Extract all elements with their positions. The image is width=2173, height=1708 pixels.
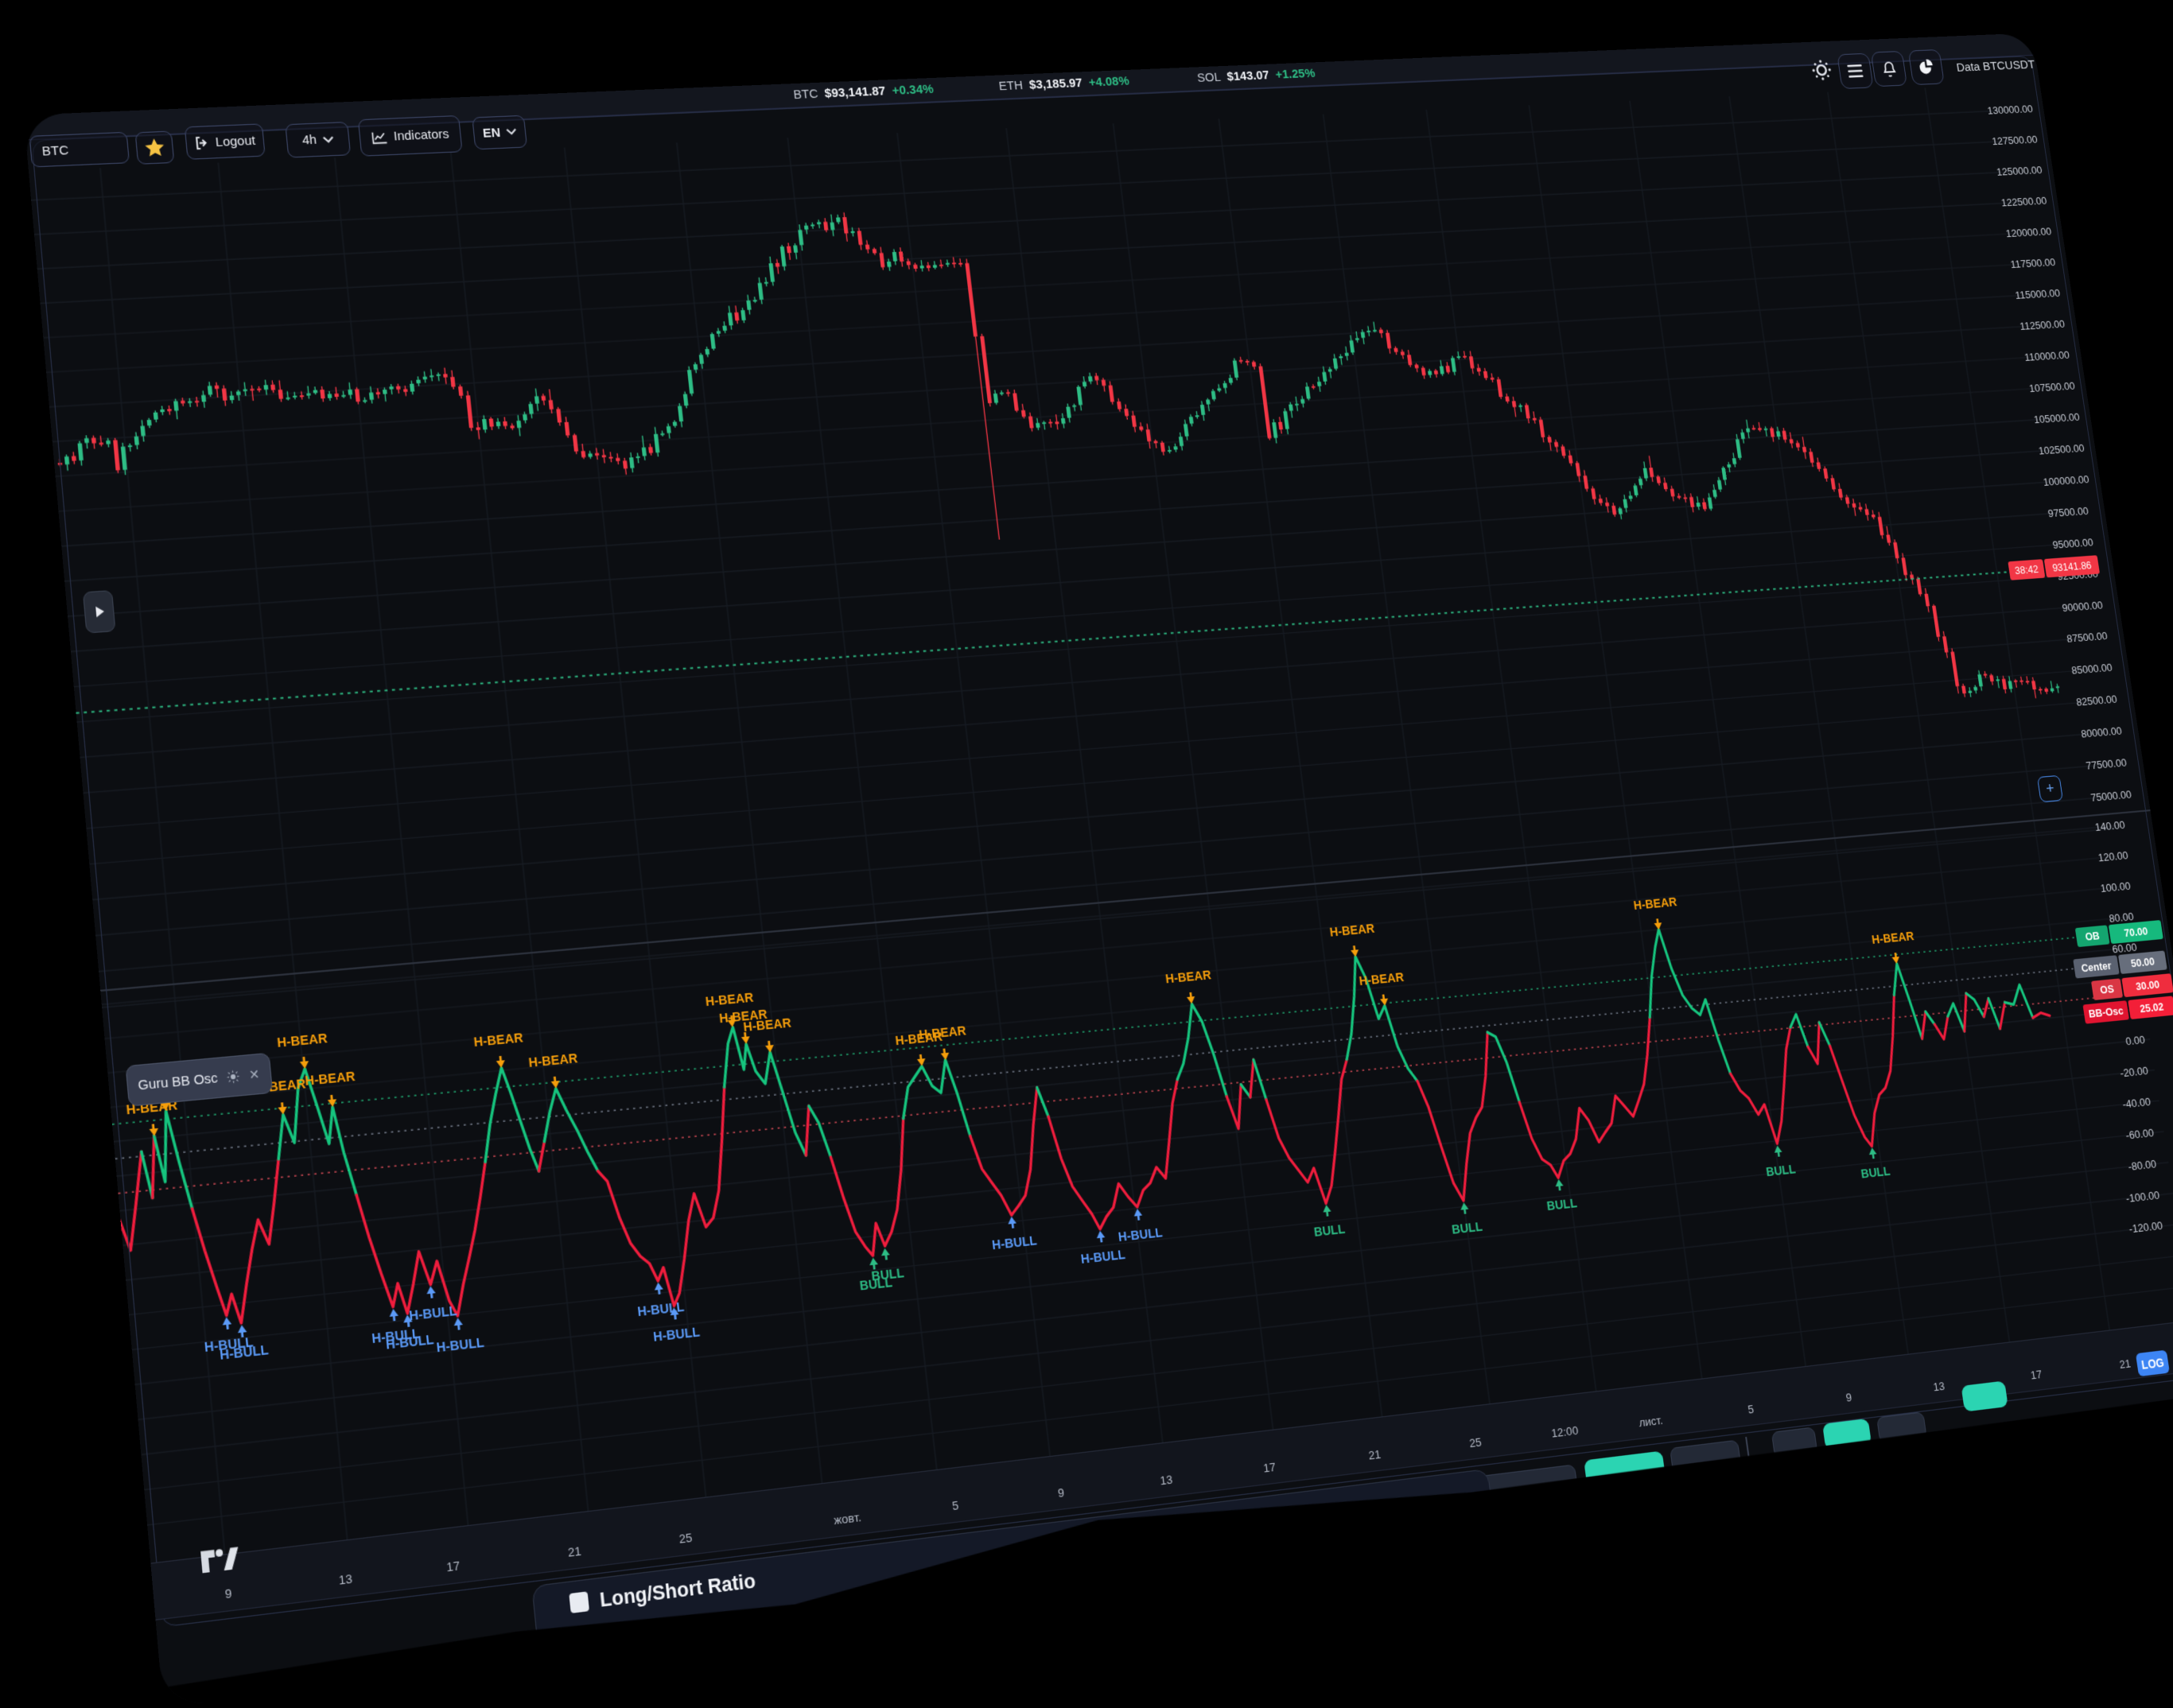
svg-text:H-BEAR: H-BEAR bbox=[62, 1160, 115, 1180]
